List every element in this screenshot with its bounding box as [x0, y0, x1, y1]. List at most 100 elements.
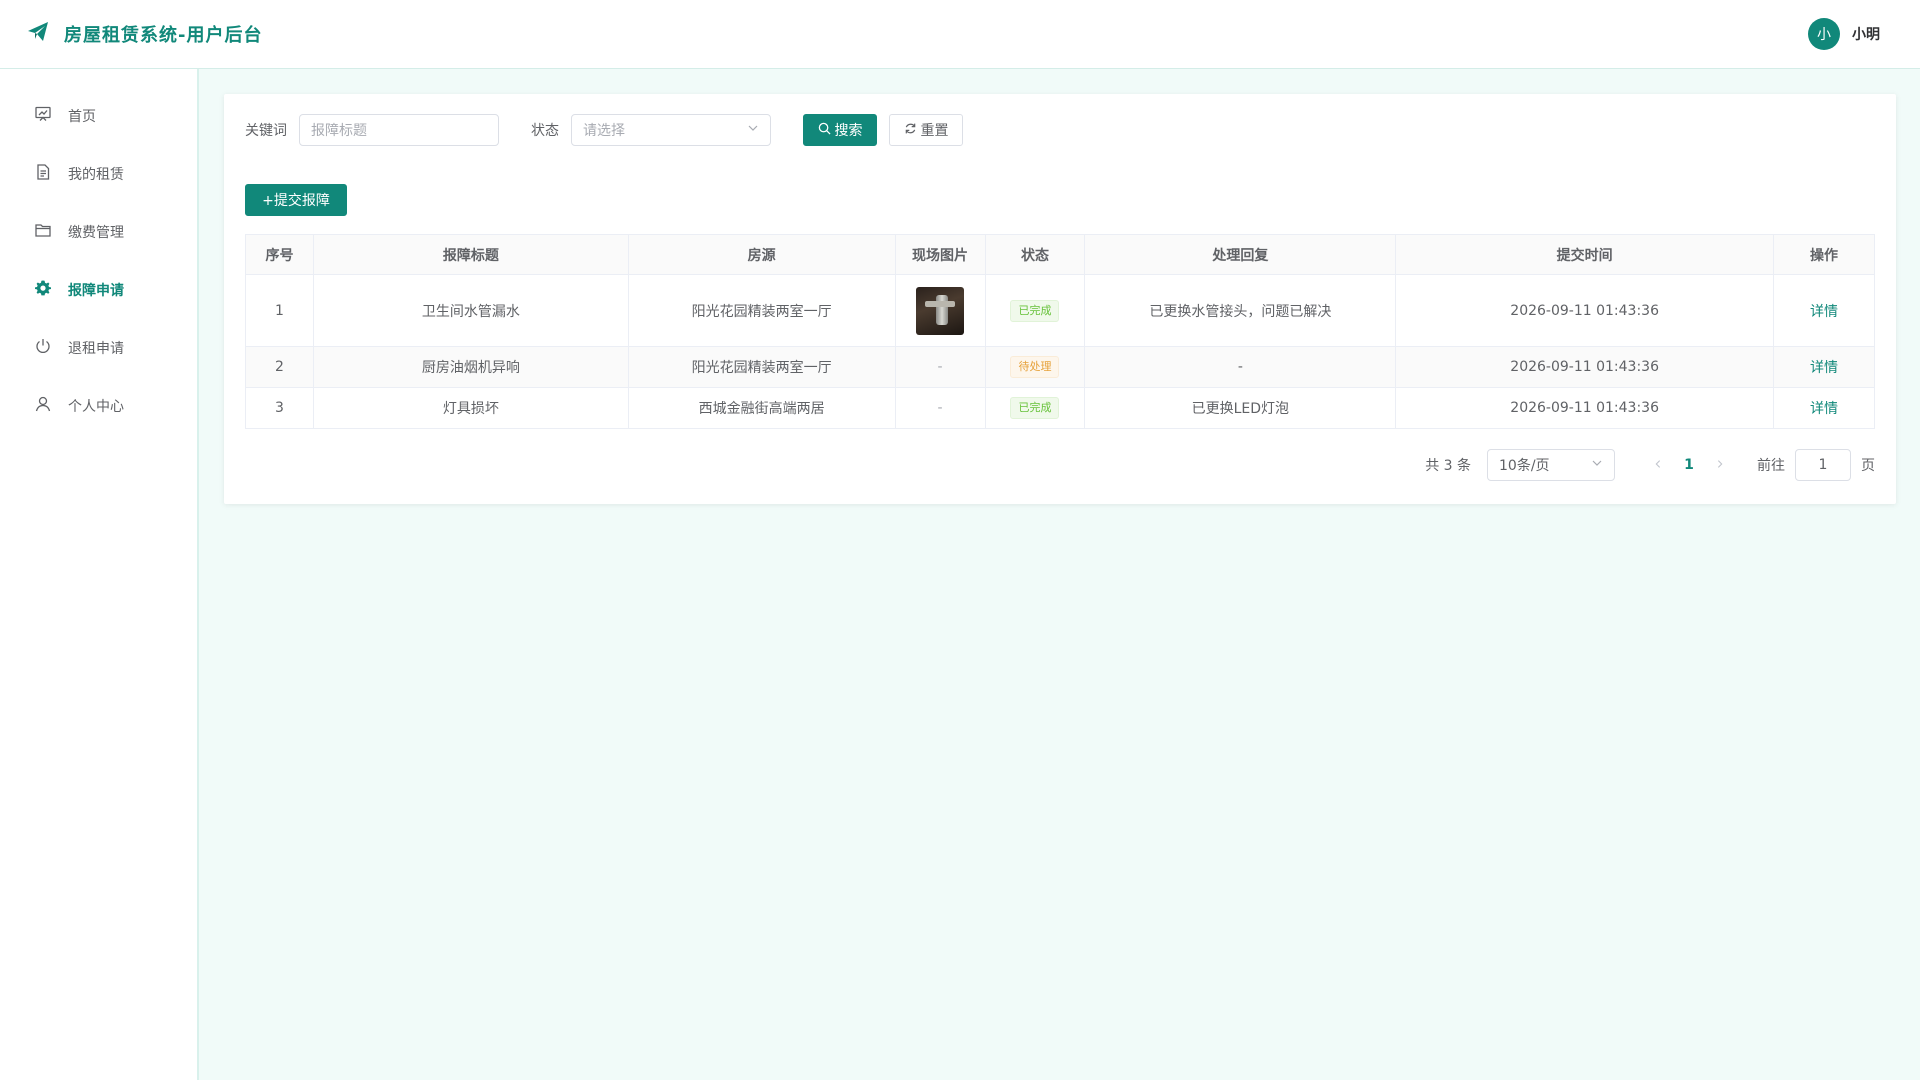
- paper-plane-icon: [26, 20, 50, 48]
- sidebar-item-label: 我的租赁: [68, 167, 124, 183]
- reset-button[interactable]: 重置: [889, 114, 963, 146]
- refresh-icon: [904, 122, 917, 139]
- search-button-label: 搜索: [834, 123, 863, 139]
- chevron-down-icon: [747, 122, 759, 138]
- goto-label: 前往: [1757, 458, 1785, 474]
- keyword-label: 关键词: [245, 123, 287, 139]
- page-jumper: 前往 1 页: [1757, 449, 1875, 481]
- row-index: 3: [245, 387, 314, 429]
- row-property: 西城金融街高端两居: [627, 387, 896, 429]
- status-label: 状态: [531, 123, 559, 139]
- filter-bar: 关键词 报障标题 状态 请选择 搜索 重置: [245, 114, 1876, 146]
- row-title: 灯具损坏: [312, 387, 629, 429]
- sidebar-item-label: 首页: [68, 109, 96, 125]
- chevron-down-icon: [1591, 457, 1603, 473]
- user-menu[interactable]: 小 小明: [1808, 18, 1880, 50]
- table-row: 2 厨房油烟机异响 阳光花园精装两室一厅 - 待处理 - 2026-09-11 …: [245, 346, 1875, 388]
- column-header: 房源: [627, 234, 896, 275]
- pagination: 共 3 条 10条/页 1 前往 1 页: [245, 449, 1875, 481]
- sidebar-item-profile[interactable]: 个人中心: [0, 377, 197, 435]
- row-action-cell: 详情: [1773, 274, 1875, 347]
- row-time: 2026-09-11 01:43:36: [1395, 274, 1775, 347]
- sidebar-item-move-out[interactable]: 退租申请: [0, 319, 197, 377]
- sidebar-item-label: 退租申请: [68, 341, 124, 357]
- row-status-cell: 已完成: [984, 274, 1086, 347]
- avatar[interactable]: 小: [1808, 18, 1840, 50]
- table-header-row: 序号 报障标题 房源 现场图片 状态 处理回复 提交时间 操作: [245, 234, 1875, 275]
- sidebar-item-payments[interactable]: 缴费管理: [0, 203, 197, 261]
- page-number-current[interactable]: 1: [1673, 457, 1705, 473]
- column-header: 提交时间: [1395, 234, 1775, 275]
- gear-icon: [34, 279, 52, 301]
- page-suffix: 页: [1861, 458, 1875, 474]
- status-badge: 已完成: [1010, 299, 1060, 322]
- row-action-cell: 详情: [1773, 387, 1875, 429]
- row-status-cell: 待处理: [984, 346, 1086, 388]
- column-header: 报障标题: [312, 234, 629, 275]
- status-badge: 已完成: [1010, 397, 1060, 419]
- row-title: 卫生间水管漏水: [312, 274, 629, 347]
- sidebar-item-label: 个人中心: [68, 399, 124, 415]
- column-header: 状态: [984, 234, 1086, 275]
- sidebar-item-home[interactable]: 首页: [0, 87, 197, 145]
- sidebar: 首页 我的租赁 缴费管理 报障申请 退租申请 个人中心: [0, 69, 199, 1080]
- row-image-empty: -: [894, 346, 986, 388]
- sidebar-item-label: 缴费管理: [68, 225, 124, 241]
- keyword-input[interactable]: 报障标题: [299, 114, 499, 146]
- row-time: 2026-09-11 01:43:36: [1395, 346, 1775, 388]
- row-title: 厨房油烟机异响: [312, 346, 629, 388]
- row-reply: -: [1084, 346, 1397, 388]
- search-button[interactable]: 搜索: [803, 114, 877, 146]
- app-title: 房屋租赁系统-用户后台: [64, 25, 263, 46]
- user-icon: [34, 395, 52, 417]
- detail-link[interactable]: 详情: [1810, 401, 1838, 417]
- column-header: 序号: [245, 234, 314, 275]
- chevron-left-icon: [1655, 460, 1661, 468]
- sidebar-item-label: 报障申请: [68, 283, 124, 299]
- column-header: 处理回复: [1084, 234, 1397, 275]
- detail-link[interactable]: 详情: [1810, 304, 1838, 320]
- sidebar-item-repair-request[interactable]: 报障申请: [0, 261, 197, 319]
- page-size-value: 10条/页: [1499, 458, 1550, 474]
- dashboard-icon: [34, 105, 52, 127]
- row-index: 2: [245, 346, 314, 388]
- status-badge: 待处理: [1010, 356, 1060, 378]
- goto-page-input[interactable]: 1: [1795, 449, 1851, 481]
- search-icon: [818, 122, 831, 139]
- row-image-cell: [894, 274, 986, 347]
- status-placeholder: 请选择: [583, 123, 625, 139]
- table-row: 3 灯具损坏 西城金融街高端两居 - 已完成 已更换LED灯泡 2026-09-…: [245, 387, 1875, 429]
- page-size-select[interactable]: 10条/页: [1487, 449, 1615, 481]
- status-select[interactable]: 请选择: [571, 114, 771, 146]
- chevron-right-icon: [1717, 460, 1723, 468]
- column-header: 现场图片: [894, 234, 986, 275]
- column-header: 操作: [1773, 234, 1875, 275]
- prev-page-button[interactable]: [1643, 457, 1673, 473]
- next-page-button[interactable]: [1705, 457, 1735, 473]
- row-reply: 已更换水管接头，问题已解决: [1084, 274, 1397, 347]
- total-count: 共 3 条: [1425, 458, 1471, 474]
- row-property: 阳光花园精装两室一厅: [627, 346, 896, 388]
- top-header: 房屋租赁系统-用户后台 小 小明: [0, 0, 1920, 69]
- row-reply: 已更换LED灯泡: [1084, 387, 1397, 429]
- row-status-cell: 已完成: [984, 387, 1086, 429]
- power-icon: [34, 337, 52, 359]
- folder-icon: [34, 221, 52, 243]
- submit-repair-button[interactable]: +提交报障: [245, 184, 347, 216]
- keyword-placeholder: 报障标题: [311, 123, 367, 139]
- user-name[interactable]: 小明: [1852, 24, 1880, 44]
- detail-link[interactable]: 详情: [1810, 360, 1838, 376]
- row-action-cell: 详情: [1773, 346, 1875, 388]
- table-row: 1 卫生间水管漏水 阳光花园精装两室一厅 已完成 已更换水管接头，问题已解决 2…: [245, 274, 1875, 347]
- site-photo-thumbnail[interactable]: [916, 286, 965, 335]
- row-time: 2026-09-11 01:43:36: [1395, 387, 1775, 429]
- brand[interactable]: 房屋租赁系统-用户后台: [26, 20, 262, 48]
- sidebar-item-my-rentals[interactable]: 我的租赁: [0, 145, 197, 203]
- reset-button-label: 重置: [920, 123, 949, 139]
- row-index: 1: [245, 274, 314, 347]
- content-card: 关键词 报障标题 状态 请选择 搜索 重置 +提交报障 序号 报障标题 房源 现…: [224, 94, 1896, 504]
- row-image-empty: -: [894, 387, 986, 429]
- repair-table: 序号 报障标题 房源 现场图片 状态 处理回复 提交时间 操作 1 卫生间水管漏…: [245, 234, 1875, 429]
- row-property: 阳光花园精装两室一厅: [627, 274, 896, 347]
- document-icon: [34, 163, 52, 185]
